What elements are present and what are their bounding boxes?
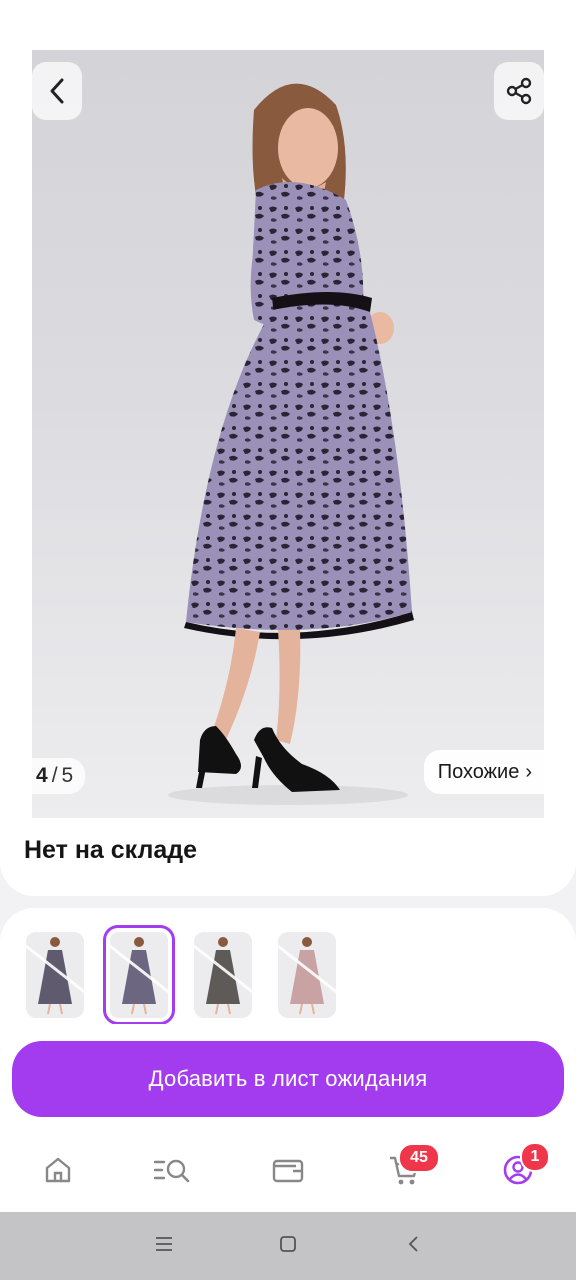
chevron-right-icon: › — [525, 760, 532, 783]
home-icon — [45, 1157, 71, 1183]
thumbnail-3[interactable] — [194, 932, 252, 1018]
wallet-icon — [272, 1159, 304, 1183]
system-menu-button[interactable] — [146, 1228, 182, 1260]
thumbnail-image — [290, 937, 324, 1015]
chevron-left-icon — [50, 78, 64, 104]
nav-home[interactable] — [38, 1150, 78, 1190]
thumbnail-1[interactable] — [26, 932, 84, 1018]
counter-current: 4 — [36, 764, 48, 787]
nav-wallet[interactable] — [268, 1150, 308, 1190]
back-icon — [408, 1236, 418, 1252]
thumbnail-image — [122, 937, 156, 1015]
home-square-icon — [280, 1236, 296, 1252]
product-photo[interactable] — [32, 50, 544, 818]
cart-badge: 45 — [398, 1143, 440, 1173]
stock-status: Нет на складе — [24, 836, 198, 864]
thumbnail-2-selected[interactable] — [103, 925, 175, 1025]
system-home-button[interactable] — [270, 1228, 306, 1260]
share-button[interactable] — [494, 62, 544, 120]
similar-label: Похожие — [437, 760, 520, 783]
counter-separator: / — [51, 764, 58, 787]
thumbnail-4[interactable] — [278, 932, 336, 1018]
system-back-button[interactable] — [396, 1228, 432, 1260]
profile-badge: 1 — [520, 1142, 550, 1172]
menu-icon — [156, 1237, 172, 1251]
nav-catalog[interactable] — [152, 1150, 192, 1190]
thumbnail-image — [38, 937, 72, 1015]
share-icon — [506, 77, 532, 105]
similar-button[interactable]: Похожие › — [423, 750, 544, 794]
back-button[interactable] — [32, 62, 82, 120]
catalog-search-icon — [153, 1159, 190, 1183]
thumbnail-image — [206, 937, 240, 1015]
counter-total: 5 — [61, 764, 74, 787]
add-to-waitlist-button[interactable]: Добавить в лист ожидания — [12, 1041, 564, 1117]
model-illustration — [168, 83, 414, 805]
image-counter: 4 / 5 — [32, 758, 86, 794]
